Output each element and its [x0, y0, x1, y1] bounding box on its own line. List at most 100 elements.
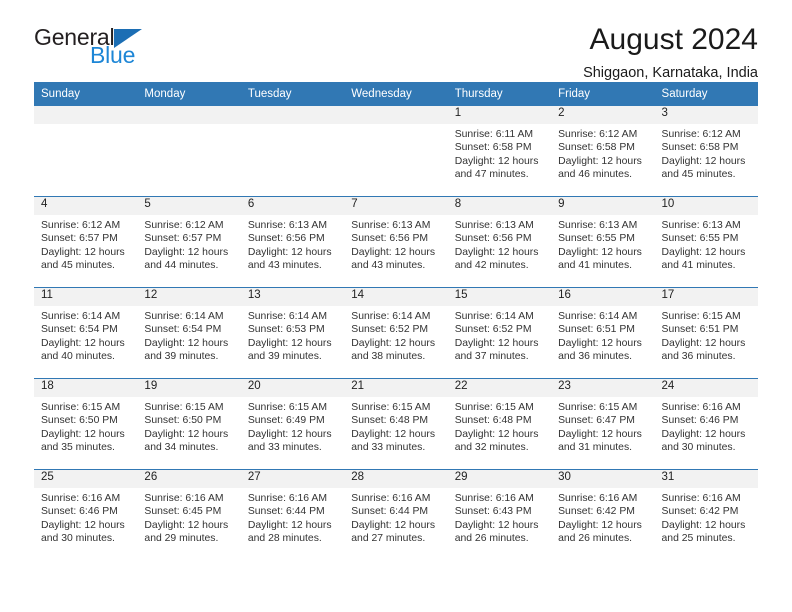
daylight-text-line1: Daylight: 12 hours: [351, 246, 436, 258]
weekday-header-friday: Friday: [551, 82, 655, 106]
calendar-day-cell[interactable]: 16 Sunrise: 6:14 AM Sunset: 6:51 PM Dayligh…: [551, 287, 655, 379]
day-number: 17: [654, 288, 758, 306]
daylight-text-line2: and 36 minutes.: [558, 350, 633, 362]
sunrise-text: Sunrise: 6:13 AM: [558, 220, 638, 231]
day-details: Sunrise: 6:16 AM Sunset: 6:44 PM Daylight:…: [344, 488, 447, 545]
daylight-text-line2: and 45 minutes.: [661, 168, 736, 180]
calendar-day-cell[interactable]: 23 Sunrise: 6:15 AM Sunset: 6:47 PM Dayligh…: [551, 378, 655, 470]
daylight-text-line1: Daylight: 12 hours: [558, 246, 642, 258]
day-number: 24: [654, 379, 758, 397]
calendar-day-cell[interactable]: 7 Sunrise: 6:13 AM Sunset: 6:56 PM Daylight…: [344, 196, 448, 288]
daylight-text-line2: and 30 minutes.: [661, 441, 736, 453]
calendar-week-row: 18 Sunrise: 6:15 AM Sunset: 6:50 PM Dayligh…: [34, 378, 758, 470]
calendar-day-cell[interactable]: 17 Sunrise: 6:15 AM Sunset: 6:51 PM Dayligh…: [654, 287, 758, 379]
day-number: 31: [654, 470, 758, 488]
calendar-day-cell[interactable]: 13 Sunrise: 6:14 AM Sunset: 6:53 PM Dayligh…: [240, 287, 345, 379]
sunrise-text: Sunrise: 6:14 AM: [247, 311, 327, 322]
calendar-day-cell[interactable]: 30 Sunrise: 6:16 AM Sunset: 6:42 PM Dayligh…: [551, 469, 655, 560]
sunrise-text: Sunrise: 6:14 AM: [41, 311, 121, 322]
title-block: August 2024 Shiggaon, Karnataka, India: [583, 24, 758, 81]
daylight-text-line2: and 47 minutes.: [454, 168, 529, 180]
day-details: Sunrise: 6:12 AM Sunset: 6:58 PM Daylight:…: [655, 124, 758, 181]
calendar-day-cell[interactable]: 5 Sunrise: 6:12 AM Sunset: 6:57 PM Daylight…: [137, 196, 241, 288]
calendar-day-cell[interactable]: 19 Sunrise: 6:15 AM Sunset: 6:50 PM Dayligh…: [137, 378, 241, 470]
sunrise-text: Sunrise: 6:13 AM: [247, 220, 327, 231]
day-details: Sunrise: 6:15 AM Sunset: 6:49 PM Daylight:…: [241, 397, 344, 454]
day-number: 4: [34, 197, 138, 215]
day-details: Sunrise: 6:15 AM Sunset: 6:48 PM Daylight:…: [344, 397, 447, 454]
day-cell-inner: 8 Sunrise: 6:13 AM Sunset: 6:56 PM Daylight…: [447, 197, 552, 287]
sunset-text: Sunset: 6:54 PM: [41, 324, 118, 336]
calendar-day-cell[interactable]: 12 Sunrise: 6:14 AM Sunset: 6:54 PM Dayligh…: [137, 287, 241, 379]
day-details: Sunrise: 6:12 AM Sunset: 6:57 PM Daylight:…: [34, 215, 137, 272]
calendar-day-cell[interactable]: 25 Sunrise: 6:16 AM Sunset: 6:46 PM Dayligh…: [34, 469, 138, 560]
sunset-text: Sunset: 6:54 PM: [144, 324, 222, 336]
calendar-day-cell[interactable]: 2 Sunrise: 6:12 AM Sunset: 6:58 PM Daylight…: [551, 106, 655, 197]
sunrise-text: Sunrise: 6:13 AM: [351, 220, 431, 231]
day-cell-inner: 11 Sunrise: 6:14 AM Sunset: 6:54 PM Dayligh…: [34, 288, 138, 378]
calendar-day-cell[interactable]: 4 Sunrise: 6:12 AM Sunset: 6:57 PM Daylight…: [34, 196, 138, 288]
day-details: Sunrise: 6:15 AM Sunset: 6:50 PM Daylight:…: [137, 397, 240, 454]
sunset-text: Sunset: 6:58 PM: [454, 142, 532, 154]
sunrise-text: Sunrise: 6:15 AM: [144, 402, 224, 413]
day-number: [34, 106, 138, 124]
day-number: [240, 106, 345, 124]
calendar-day-cell[interactable]: 27 Sunrise: 6:16 AM Sunset: 6:44 PM Dayligh…: [240, 469, 345, 560]
day-details: Sunrise: 6:16 AM Sunset: 6:43 PM Daylight:…: [448, 488, 551, 545]
sunset-text: Sunset: 6:56 PM: [247, 233, 325, 245]
day-number: 18: [34, 379, 138, 397]
day-number: 26: [137, 470, 241, 488]
calendar-day-cell[interactable]: 21 Sunrise: 6:15 AM Sunset: 6:48 PM Dayligh…: [344, 378, 448, 470]
day-cell-inner: [240, 106, 345, 196]
sunrise-text: Sunrise: 6:11 AM: [454, 129, 534, 140]
day-cell-inner: 15 Sunrise: 6:14 AM Sunset: 6:52 PM Dayligh…: [447, 288, 552, 378]
calendar-day-cell[interactable]: 22 Sunrise: 6:15 AM Sunset: 6:48 PM Dayligh…: [447, 378, 552, 470]
calendar-day-cell[interactable]: 9 Sunrise: 6:13 AM Sunset: 6:55 PM Daylight…: [551, 196, 655, 288]
daylight-text-line2: and 33 minutes.: [247, 441, 322, 453]
day-number: 13: [240, 288, 345, 306]
sunrise-text: Sunrise: 6:14 AM: [351, 311, 431, 322]
day-number: 25: [34, 470, 138, 488]
day-number: 7: [344, 197, 448, 215]
sunrise-text: Sunrise: 6:15 AM: [351, 402, 431, 413]
sunset-text: Sunset: 6:55 PM: [661, 233, 739, 245]
sunrise-text: Sunrise: 6:16 AM: [247, 493, 327, 504]
calendar-day-cell[interactable]: 11 Sunrise: 6:14 AM Sunset: 6:54 PM Dayligh…: [34, 287, 138, 379]
daylight-text-line2: and 42 minutes.: [454, 259, 529, 271]
sunset-text: Sunset: 6:55 PM: [558, 233, 635, 245]
calendar-day-cell[interactable]: 6 Sunrise: 6:13 AM Sunset: 6:56 PM Daylight…: [240, 196, 345, 288]
calendar-day-cell[interactable]: 29 Sunrise: 6:16 AM Sunset: 6:43 PM Dayligh…: [447, 469, 552, 560]
calendar-day-cell[interactable]: 28 Sunrise: 6:16 AM Sunset: 6:44 PM Dayligh…: [344, 469, 448, 560]
sunrise-text: Sunrise: 6:15 AM: [247, 402, 327, 413]
calendar-day-cell[interactable]: 3 Sunrise: 6:12 AM Sunset: 6:58 PM Daylight…: [654, 106, 758, 197]
day-cell-inner: 19 Sunrise: 6:15 AM Sunset: 6:50 PM Dayligh…: [137, 379, 241, 469]
sunset-text: Sunset: 6:44 PM: [247, 506, 325, 518]
day-details: Sunrise: 6:14 AM Sunset: 6:53 PM Daylight:…: [241, 306, 344, 363]
weekday-header-thursday: Thursday: [447, 82, 552, 106]
sunrise-text: Sunrise: 6:12 AM: [41, 220, 121, 231]
daylight-text-line1: Daylight: 12 hours: [454, 519, 539, 531]
day-cell-inner: 16 Sunrise: 6:14 AM Sunset: 6:51 PM Dayligh…: [551, 288, 655, 378]
daylight-text-line1: Daylight: 12 hours: [454, 337, 539, 349]
calendar-day-cell[interactable]: 1 Sunrise: 6:11 AM Sunset: 6:58 PM Daylight…: [447, 106, 552, 197]
daylight-text-line1: Daylight: 12 hours: [661, 337, 746, 349]
calendar-day-cell[interactable]: 20 Sunrise: 6:15 AM Sunset: 6:49 PM Dayligh…: [240, 378, 345, 470]
calendar-day-cell[interactable]: 31 Sunrise: 6:16 AM Sunset: 6:42 PM Dayligh…: [654, 469, 758, 560]
day-cell-inner: 7 Sunrise: 6:13 AM Sunset: 6:56 PM Daylight…: [344, 197, 448, 287]
sunset-text: Sunset: 6:42 PM: [558, 506, 635, 518]
calendar-day-cell[interactable]: 10 Sunrise: 6:13 AM Sunset: 6:55 PM Dayligh…: [654, 196, 758, 288]
day-cell-inner: 24 Sunrise: 6:16 AM Sunset: 6:46 PM Dayligh…: [654, 379, 758, 469]
day-details: Sunrise: 6:11 AM Sunset: 6:58 PM Daylight:…: [448, 124, 551, 181]
calendar-day-cell[interactable]: 15 Sunrise: 6:14 AM Sunset: 6:52 PM Dayligh…: [447, 287, 552, 379]
daylight-text-line1: Daylight: 12 hours: [247, 428, 332, 440]
day-number: 6: [240, 197, 345, 215]
calendar-day-cell[interactable]: 8 Sunrise: 6:13 AM Sunset: 6:56 PM Daylight…: [447, 196, 552, 288]
calendar-day-cell[interactable]: 18 Sunrise: 6:15 AM Sunset: 6:50 PM Dayligh…: [34, 378, 138, 470]
calendar-day-cell[interactable]: 24 Sunrise: 6:16 AM Sunset: 6:46 PM Dayligh…: [654, 378, 758, 470]
calendar-day-cell[interactable]: 14 Sunrise: 6:14 AM Sunset: 6:52 PM Dayligh…: [344, 287, 448, 379]
daylight-text-line2: and 41 minutes.: [661, 259, 736, 271]
calendar-day-cell[interactable]: 26 Sunrise: 6:16 AM Sunset: 6:45 PM Dayligh…: [137, 469, 241, 560]
sunrise-text: Sunrise: 6:16 AM: [351, 493, 431, 504]
daylight-text-line2: and 30 minutes.: [41, 532, 115, 544]
day-details: Sunrise: 6:14 AM Sunset: 6:54 PM Daylight:…: [34, 306, 137, 363]
